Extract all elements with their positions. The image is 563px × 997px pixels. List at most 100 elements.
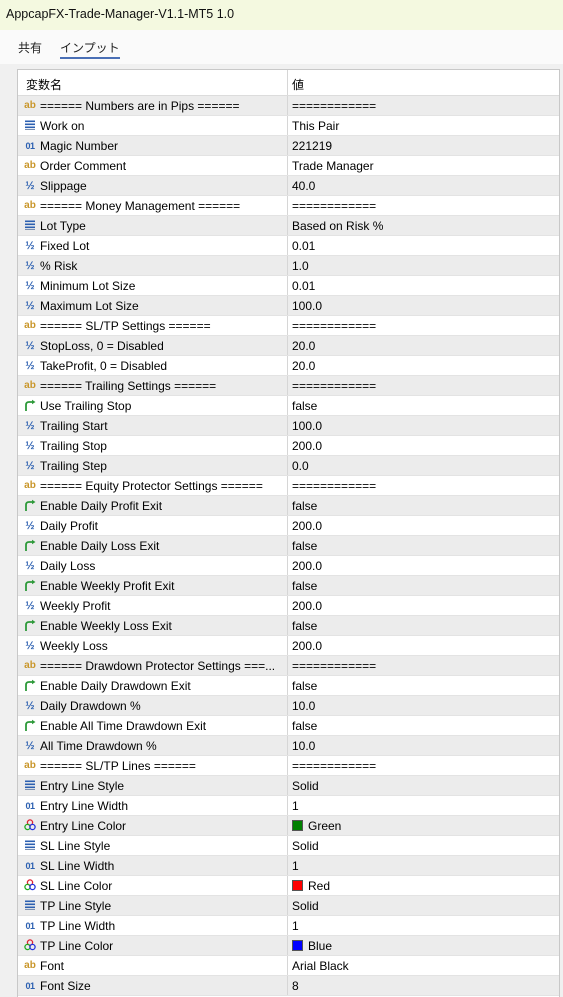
- table-row[interactable]: ½ Fixed Lot 0.01: [18, 236, 559, 256]
- variable-name-cell[interactable]: Entry Line Color: [18, 816, 288, 835]
- variable-name-cell[interactable]: Lot Type: [18, 216, 288, 235]
- variable-name-cell[interactable]: ½ % Risk: [18, 256, 288, 275]
- table-row[interactable]: TP Line Color Blue: [18, 936, 559, 956]
- value-cell[interactable]: 1: [288, 796, 559, 815]
- value-cell[interactable]: 10.0: [288, 696, 559, 715]
- variable-name-cell[interactable]: ½ Slippage: [18, 176, 288, 195]
- variable-name-cell[interactable]: ½ StopLoss, 0 = Disabled: [18, 336, 288, 355]
- value-cell[interactable]: ============: [288, 376, 559, 395]
- table-row[interactable]: 01 SL Line Width 1: [18, 856, 559, 876]
- value-cell[interactable]: ============: [288, 316, 559, 335]
- value-cell[interactable]: false: [288, 396, 559, 415]
- value-cell[interactable]: Red: [288, 876, 559, 895]
- value-cell[interactable]: 200.0: [288, 516, 559, 535]
- variable-name-cell[interactable]: ½ Weekly Loss: [18, 636, 288, 655]
- variable-name-cell[interactable]: ½ Trailing Start: [18, 416, 288, 435]
- variable-name-cell[interactable]: Entry Line Style: [18, 776, 288, 795]
- variable-name-cell[interactable]: ½ Minimum Lot Size: [18, 276, 288, 295]
- variable-name-cell[interactable]: ab ====== Money Management ======: [18, 196, 288, 215]
- table-row[interactable]: ½ StopLoss, 0 = Disabled 20.0: [18, 336, 559, 356]
- table-row[interactable]: Enable Weekly Profit Exit false: [18, 576, 559, 596]
- variable-name-cell[interactable]: SL Line Color: [18, 876, 288, 895]
- variable-name-cell[interactable]: ab ====== Trailing Settings ======: [18, 376, 288, 395]
- value-cell[interactable]: 1: [288, 916, 559, 935]
- table-row[interactable]: ½ Daily Drawdown % 10.0: [18, 696, 559, 716]
- table-row[interactable]: Enable Weekly Loss Exit false: [18, 616, 559, 636]
- variable-name-cell[interactable]: ab Order Comment: [18, 156, 288, 175]
- value-cell[interactable]: 200.0: [288, 436, 559, 455]
- table-row[interactable]: Work on This Pair: [18, 116, 559, 136]
- table-row[interactable]: ½ Daily Loss 200.0: [18, 556, 559, 576]
- table-row[interactable]: Enable All Time Drawdown Exit false: [18, 716, 559, 736]
- table-row[interactable]: ½ Weekly Profit 200.0: [18, 596, 559, 616]
- value-cell[interactable]: false: [288, 536, 559, 555]
- table-row[interactable]: Entry Line Style Solid: [18, 776, 559, 796]
- table-row[interactable]: ab ====== Equity Protector Settings =====…: [18, 476, 559, 496]
- table-row[interactable]: ½ Minimum Lot Size 0.01: [18, 276, 559, 296]
- value-cell[interactable]: Solid: [288, 836, 559, 855]
- table-row[interactable]: SL Line Color Red: [18, 876, 559, 896]
- variable-name-cell[interactable]: SL Line Style: [18, 836, 288, 855]
- table-row[interactable]: 01 TP Line Width 1: [18, 916, 559, 936]
- table-row[interactable]: ab ====== Drawdown Protector Settings ===…: [18, 656, 559, 676]
- variable-name-cell[interactable]: ½ Daily Loss: [18, 556, 288, 575]
- value-cell[interactable]: Based on Risk %: [288, 216, 559, 235]
- variable-name-cell[interactable]: TP Line Color: [18, 936, 288, 955]
- variable-name-cell[interactable]: ½ TakeProfit, 0 = Disabled: [18, 356, 288, 375]
- table-row[interactable]: Use Trailing Stop false: [18, 396, 559, 416]
- variable-name-cell[interactable]: ½ Daily Drawdown %: [18, 696, 288, 715]
- variable-name-cell[interactable]: ½ Fixed Lot: [18, 236, 288, 255]
- variable-name-cell[interactable]: 01 Font Size: [18, 976, 288, 995]
- table-row[interactable]: 01 Font Size 8: [18, 976, 559, 996]
- table-row[interactable]: SL Line Style Solid: [18, 836, 559, 856]
- value-cell[interactable]: false: [288, 716, 559, 735]
- variable-name-cell[interactable]: Work on: [18, 116, 288, 135]
- table-row[interactable]: Enable Daily Profit Exit false: [18, 496, 559, 516]
- variable-name-cell[interactable]: Enable Daily Loss Exit: [18, 536, 288, 555]
- variable-name-cell[interactable]: ½ All Time Drawdown %: [18, 736, 288, 755]
- variable-name-cell[interactable]: TP Line Style: [18, 896, 288, 915]
- value-cell[interactable]: 1.0: [288, 256, 559, 275]
- table-row[interactable]: ab Font Arial Black: [18, 956, 559, 976]
- value-cell[interactable]: 8: [288, 976, 559, 995]
- value-cell[interactable]: ============: [288, 476, 559, 495]
- variable-name-cell[interactable]: Enable Weekly Loss Exit: [18, 616, 288, 635]
- value-cell[interactable]: 221219: [288, 136, 559, 155]
- variable-name-cell[interactable]: Enable All Time Drawdown Exit: [18, 716, 288, 735]
- value-cell[interactable]: 0.01: [288, 276, 559, 295]
- table-row[interactable]: ½ Trailing Start 100.0: [18, 416, 559, 436]
- variable-name-cell[interactable]: ½ Maximum Lot Size: [18, 296, 288, 315]
- table-row[interactable]: ½ Trailing Step 0.0: [18, 456, 559, 476]
- variable-name-cell[interactable]: ab ====== Numbers are in Pips ======: [18, 96, 288, 115]
- table-row[interactable]: ab ====== Numbers are in Pips ====== =====…: [18, 96, 559, 116]
- value-cell[interactable]: false: [288, 676, 559, 695]
- tab-common[interactable]: 共有: [18, 39, 42, 56]
- value-cell[interactable]: 40.0: [288, 176, 559, 195]
- value-cell[interactable]: ============: [288, 756, 559, 775]
- column-header-name[interactable]: 変数名: [18, 70, 288, 95]
- table-row[interactable]: ab Order Comment Trade Manager: [18, 156, 559, 176]
- value-cell[interactable]: 20.0: [288, 336, 559, 355]
- value-cell[interactable]: 200.0: [288, 556, 559, 575]
- table-row[interactable]: 01 Entry Line Width 1: [18, 796, 559, 816]
- variable-name-cell[interactable]: Use Trailing Stop: [18, 396, 288, 415]
- value-cell[interactable]: false: [288, 496, 559, 515]
- variable-name-cell[interactable]: ½ Trailing Step: [18, 456, 288, 475]
- variable-name-cell[interactable]: ab ====== SL/TP Settings ======: [18, 316, 288, 335]
- variable-name-cell[interactable]: ab ====== Equity Protector Settings =====…: [18, 476, 288, 495]
- value-cell[interactable]: 200.0: [288, 636, 559, 655]
- value-cell[interactable]: 1: [288, 856, 559, 875]
- variable-name-cell[interactable]: Enable Daily Profit Exit: [18, 496, 288, 515]
- value-cell[interactable]: 20.0: [288, 356, 559, 375]
- table-row[interactable]: ab ====== SL/TP Settings ====== ==========…: [18, 316, 559, 336]
- variable-name-cell[interactable]: ½ Daily Profit: [18, 516, 288, 535]
- value-cell[interactable]: false: [288, 576, 559, 595]
- value-cell[interactable]: ============: [288, 196, 559, 215]
- column-header-value[interactable]: 値: [288, 70, 559, 95]
- table-row[interactable]: ½ TakeProfit, 0 = Disabled 20.0: [18, 356, 559, 376]
- value-cell[interactable]: Blue: [288, 936, 559, 955]
- value-cell[interactable]: ============: [288, 656, 559, 675]
- variable-name-cell[interactable]: ab Font: [18, 956, 288, 975]
- variable-name-cell[interactable]: 01 SL Line Width: [18, 856, 288, 875]
- table-row[interactable]: ½ All Time Drawdown % 10.0: [18, 736, 559, 756]
